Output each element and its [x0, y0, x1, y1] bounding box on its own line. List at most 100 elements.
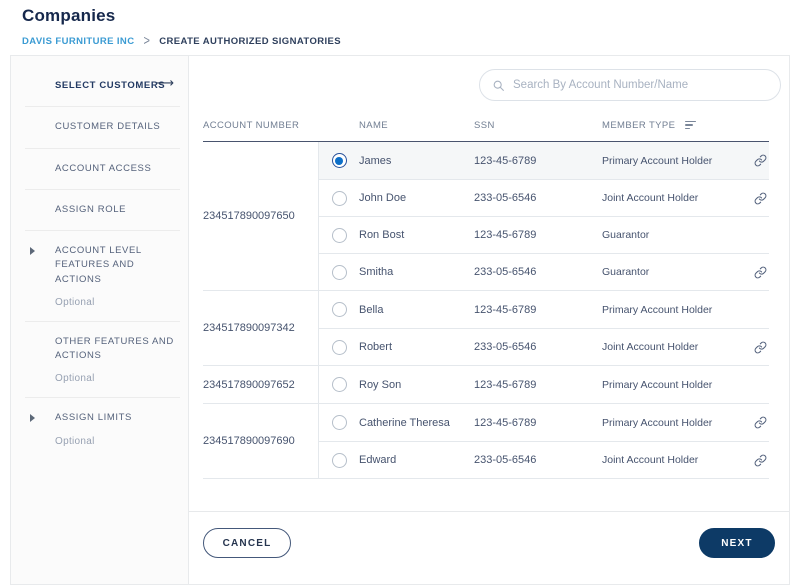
optional-tag: Optional: [55, 297, 178, 308]
sidebar-item-select-customers[interactable]: SELECT CUSTOMERS ⟶: [11, 66, 188, 106]
expand-caret-icon[interactable]: [30, 414, 35, 422]
member-type: Primary Account Holder: [602, 304, 742, 316]
step-label: ACCOUNT ACCESS: [55, 162, 178, 176]
step-label: OTHER FEATURES AND ACTIONS: [55, 335, 178, 364]
table-header: ACCOUNT NUMBER NAME SSN MEMBER TYPE: [203, 109, 769, 142]
customer-ssn: 233-05-6546: [474, 192, 602, 204]
page-title: Companies: [22, 6, 806, 26]
active-step-arrow-icon: ⟶: [155, 76, 174, 91]
breadcrumb-current: CREATE AUTHORIZED SIGNATORIES: [159, 36, 341, 47]
member-type: Joint Account Holder: [602, 341, 742, 353]
table-row[interactable]: Catherine Theresa 123-45-6789 Primary Ac…: [319, 404, 769, 441]
customer-name: John Doe: [359, 192, 474, 204]
row-radio[interactable]: [319, 302, 359, 317]
sidebar-item-account-access[interactable]: ACCOUNT ACCESS: [11, 149, 188, 189]
link-icon[interactable]: [742, 341, 769, 354]
sidebar-item-assign-role[interactable]: ASSIGN ROLE: [11, 190, 188, 230]
step-label: ACCOUNT LEVEL FEATURES AND ACTIONS: [55, 244, 178, 287]
customer-ssn: 123-45-6789: [474, 229, 602, 241]
col-member-type-label: MEMBER TYPE: [602, 120, 675, 131]
breadcrumb-parent-link[interactable]: DAVIS FURNITURE INC: [22, 36, 134, 47]
main-content: ACCOUNT NUMBER NAME SSN MEMBER TYPE 2345…: [189, 56, 789, 584]
sidebar-item-customer-details[interactable]: CUSTOMER DETAILS: [11, 107, 188, 147]
sidebar-item-account-level-features[interactable]: ACCOUNT LEVEL FEATURES AND ACTIONS Optio…: [11, 231, 188, 321]
customer-name: Bella: [359, 304, 474, 316]
customer-name: Catherine Theresa: [359, 417, 474, 429]
optional-tag: Optional: [55, 436, 178, 447]
link-icon[interactable]: [742, 454, 769, 467]
wizard-steps-sidebar: SELECT CUSTOMERS ⟶ CUSTOMER DETAILS ACCO…: [11, 56, 189, 584]
member-type: Joint Account Holder: [602, 192, 742, 204]
table-row[interactable]: James 123-45-6789 Primary Account Holder: [319, 142, 769, 179]
wizard-footer: CANCEL NEXT: [189, 511, 789, 584]
customer-name: Robert: [359, 341, 474, 353]
row-radio[interactable]: [319, 265, 359, 280]
step-label: CUSTOMER DETAILS: [55, 120, 178, 134]
member-type: Primary Account Holder: [602, 155, 742, 167]
breadcrumb-separator-icon: >: [143, 34, 150, 49]
table-row[interactable]: Roy Son 123-45-6789 Primary Account Hold…: [319, 366, 769, 403]
customer-ssn: 233-05-6546: [474, 266, 602, 278]
wizard-panel: SELECT CUSTOMERS ⟶ CUSTOMER DETAILS ACCO…: [10, 55, 790, 585]
sidebar-item-other-features[interactable]: OTHER FEATURES AND ACTIONS Optional: [11, 322, 188, 398]
customer-ssn: 123-45-6789: [474, 379, 602, 391]
account-number: 234517890097690: [203, 404, 318, 478]
member-type: Primary Account Holder: [602, 417, 742, 429]
col-account-number: ACCOUNT NUMBER: [203, 120, 319, 131]
table-row[interactable]: Bella 123-45-6789 Primary Account Holder: [319, 291, 769, 328]
search-icon: [492, 79, 505, 92]
optional-tag: Optional: [55, 373, 178, 384]
customer-ssn: 123-45-6789: [474, 304, 602, 316]
col-member-type: MEMBER TYPE: [602, 120, 742, 131]
row-radio[interactable]: [319, 228, 359, 243]
customer-name: Smitha: [359, 266, 474, 278]
col-name: NAME: [359, 120, 474, 131]
link-icon[interactable]: [742, 266, 769, 279]
row-radio[interactable]: [319, 340, 359, 355]
member-type: Guarantor: [602, 229, 742, 241]
link-icon[interactable]: [742, 416, 769, 429]
row-radio[interactable]: [319, 415, 359, 430]
step-label: ASSIGN ROLE: [55, 203, 178, 217]
search-box[interactable]: [479, 69, 781, 101]
sidebar-item-assign-limits[interactable]: ASSIGN LIMITS Optional: [11, 398, 188, 459]
next-button[interactable]: NEXT: [699, 528, 775, 558]
table-row[interactable]: Ron Bost 123-45-6789 Guarantor: [319, 216, 769, 253]
page-header: Companies DAVIS FURNITURE INC > CREATE A…: [0, 0, 806, 47]
customer-name: James: [359, 155, 474, 167]
row-radio[interactable]: [319, 191, 359, 206]
table-row[interactable]: Edward 233-05-6546 Joint Account Holder: [319, 441, 769, 478]
expand-caret-icon[interactable]: [30, 247, 35, 255]
customers-table: ACCOUNT NUMBER NAME SSN MEMBER TYPE 2345…: [203, 109, 769, 479]
customer-name: Roy Son: [359, 379, 474, 391]
account-number: 234517890097342: [203, 291, 318, 365]
account-group: 234517890097650 James 123-45-6789 Primar…: [203, 142, 769, 290]
customer-ssn: 123-45-6789: [474, 417, 602, 429]
table-row[interactable]: Smitha 233-05-6546 Guarantor: [319, 253, 769, 290]
member-type: Joint Account Holder: [602, 454, 742, 466]
row-radio[interactable]: [319, 153, 359, 168]
filter-icon[interactable]: [685, 121, 696, 130]
member-type: Guarantor: [602, 266, 742, 278]
customer-name: Edward: [359, 454, 474, 466]
link-icon[interactable]: [742, 192, 769, 205]
breadcrumb: DAVIS FURNITURE INC > CREATE AUTHORIZED …: [22, 35, 806, 47]
table-row[interactable]: Robert 233-05-6546 Joint Account Holder: [319, 328, 769, 365]
customer-ssn: 123-45-6789: [474, 155, 602, 167]
account-group: 234517890097652 Roy Son 123-45-6789 Prim…: [203, 365, 769, 403]
customer-ssn: 233-05-6546: [474, 341, 602, 353]
row-radio[interactable]: [319, 453, 359, 468]
customer-ssn: 233-05-6546: [474, 454, 602, 466]
member-type: Primary Account Holder: [602, 379, 742, 391]
cancel-button[interactable]: CANCEL: [203, 528, 291, 558]
table-row[interactable]: John Doe 233-05-6546 Joint Account Holde…: [319, 179, 769, 216]
account-group: 234517890097342 Bella 123-45-6789 Primar…: [203, 290, 769, 365]
step-label: ASSIGN LIMITS: [55, 411, 178, 425]
row-radio[interactable]: [319, 377, 359, 392]
search-input[interactable]: [513, 79, 768, 91]
customer-name: Ron Bost: [359, 229, 474, 241]
link-icon[interactable]: [742, 154, 769, 167]
account-group: 234517890097690 Catherine Theresa 123-45…: [203, 403, 769, 478]
col-ssn: SSN: [474, 120, 602, 131]
account-number: 234517890097650: [203, 142, 318, 290]
